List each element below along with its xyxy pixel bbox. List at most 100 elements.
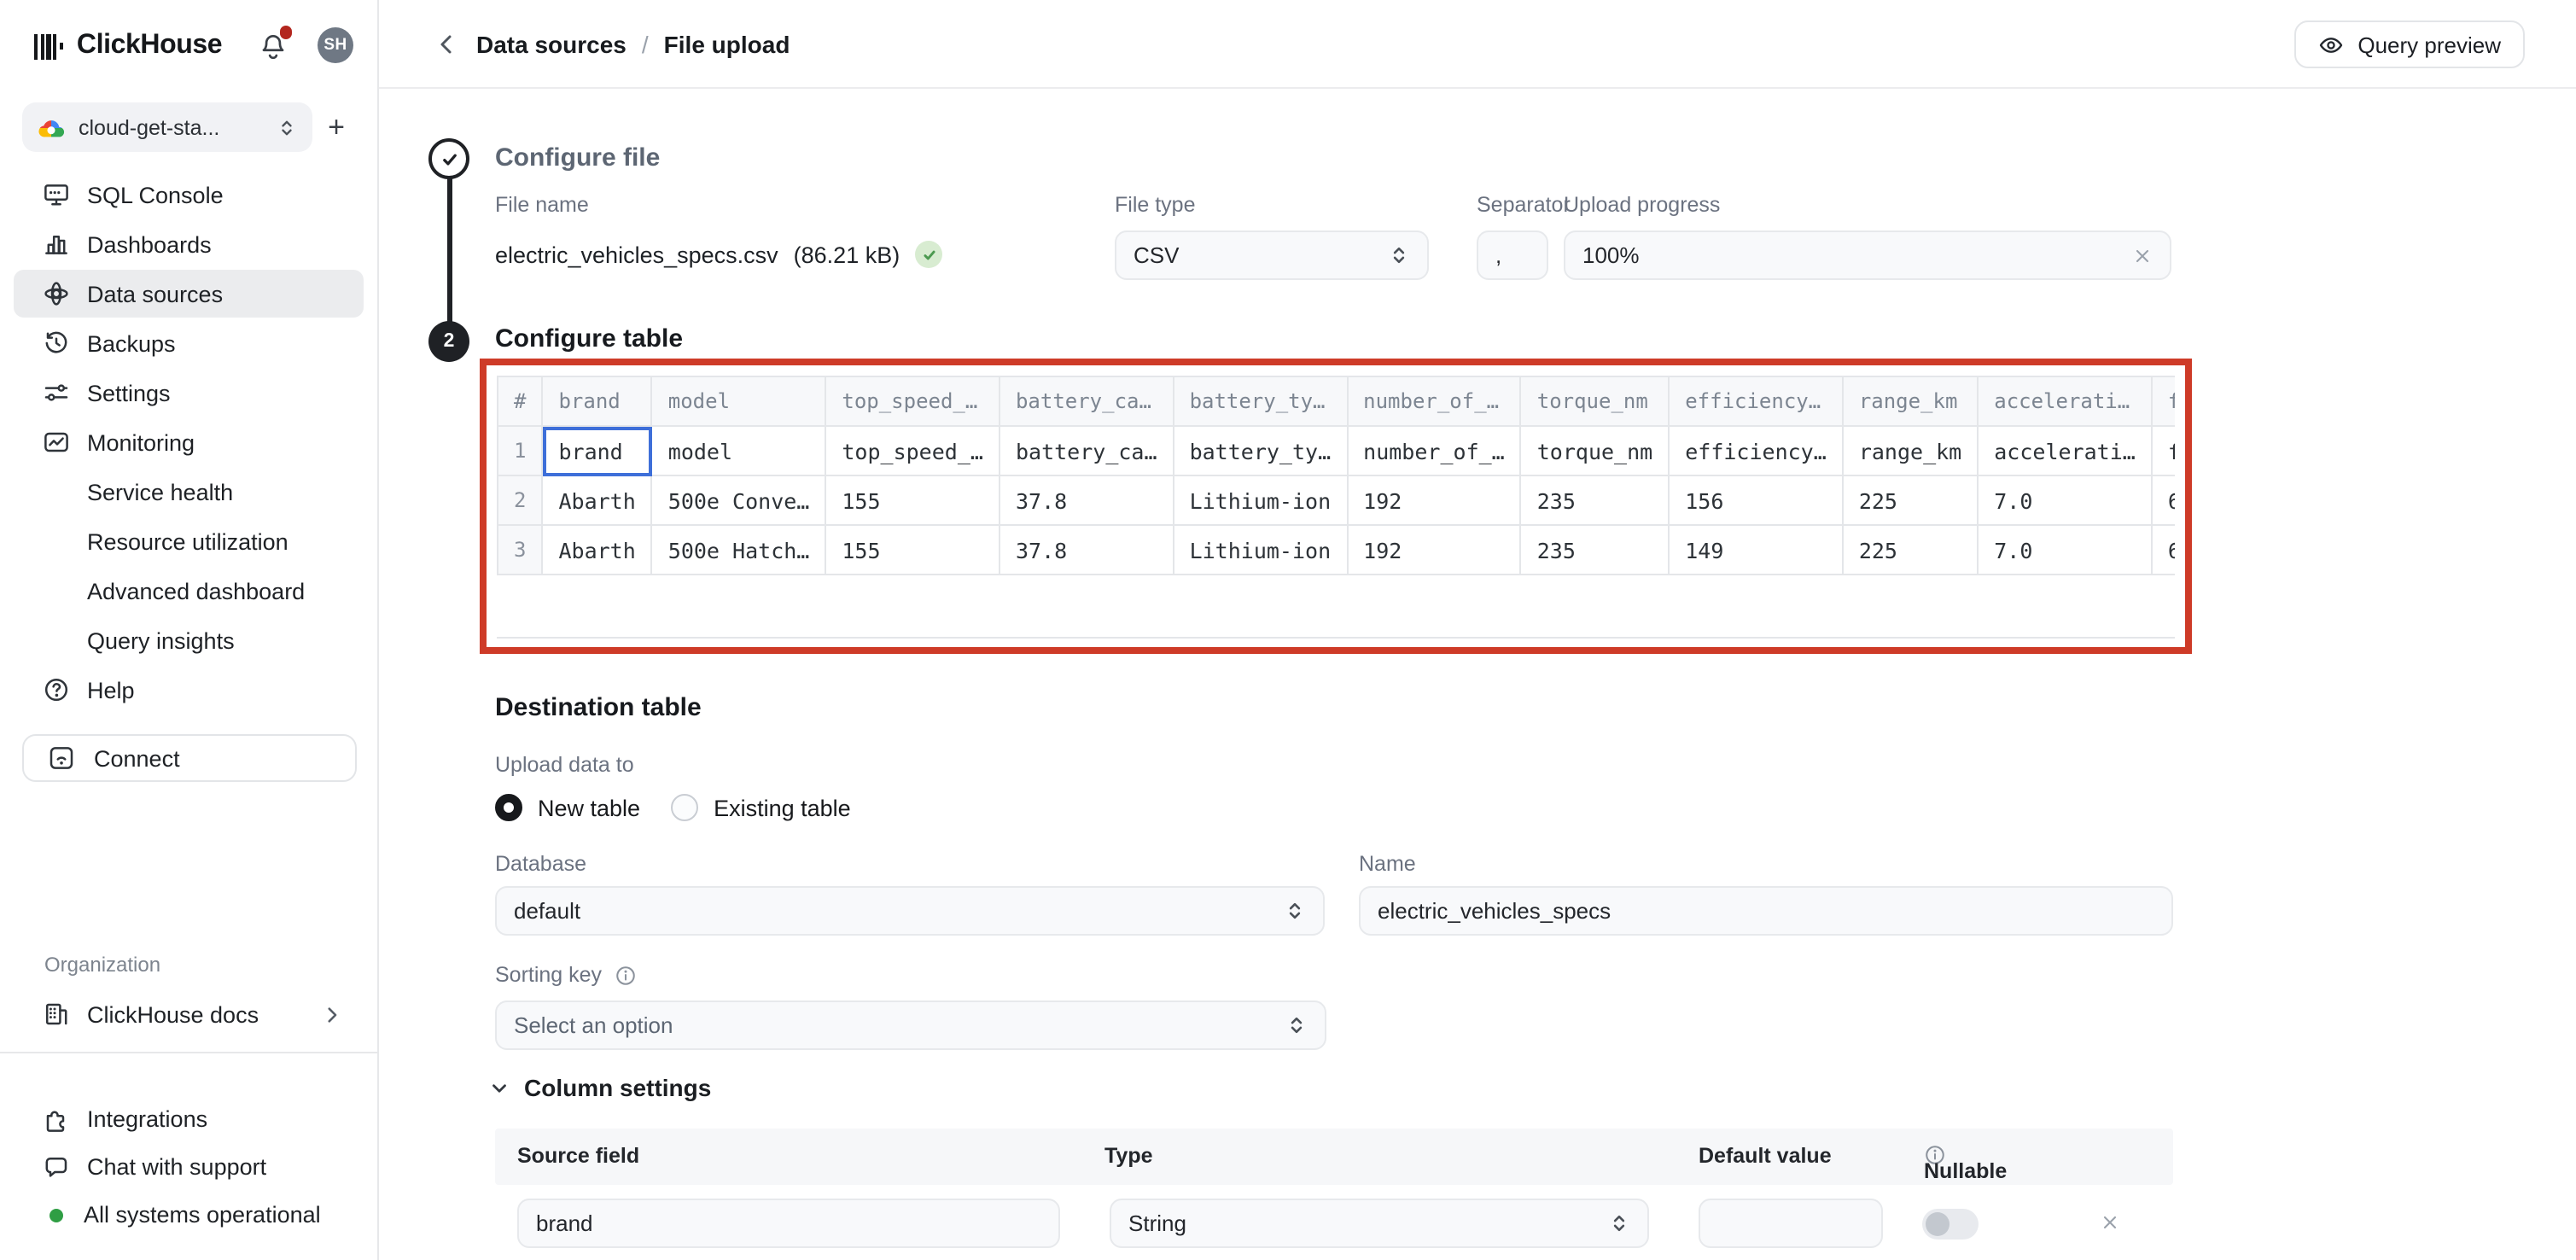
radio-selected-icon <box>495 794 522 821</box>
preview-cell[interactable]: 155 <box>825 525 1000 575</box>
default-value-input[interactable] <box>1699 1199 1883 1248</box>
data-sources-orbit-icon <box>43 280 70 307</box>
preview-cell[interactable]: Abarth <box>542 475 651 525</box>
main-area: Data sources / File upload Query preview… <box>379 0 2576 1260</box>
service-selector[interactable]: cloud-get-sta... <box>22 102 312 152</box>
nullable-toggle[interactable] <box>1922 1209 1979 1240</box>
radio-new-table[interactable]: New table <box>495 794 640 821</box>
logo-row: ClickHouse SH <box>34 24 353 68</box>
sidebar-item-resource-utilization[interactable]: Resource utilization <box>14 517 364 565</box>
sidebar-item-backups[interactable]: Backups <box>14 319 364 367</box>
preview-cell[interactable]: 500e Conve… <box>652 475 826 525</box>
row-number: 2 <box>498 475 542 525</box>
column-header: model <box>652 376 826 426</box>
preview-cell[interactable]: model <box>652 426 826 475</box>
notification-badge-dot <box>279 26 292 38</box>
preview-cell[interactable]: 235 <box>1521 475 1669 525</box>
sidebar-item-settings[interactable]: Settings <box>14 369 364 417</box>
type-select[interactable]: String <box>1110 1199 1649 1248</box>
preview-cell[interactable]: 500e Hatch… <box>652 525 826 575</box>
file-name-label: File name <box>495 193 589 217</box>
preview-cell[interactable]: torque_nm <box>1521 426 1669 475</box>
query-preview-button[interactable]: Query preview <box>2294 20 2525 68</box>
radio-existing-table[interactable]: Existing table <box>671 794 851 821</box>
chevron-updown-icon <box>277 117 297 137</box>
preview-cell[interactable]: Lithium-ion <box>1174 475 1348 525</box>
sidebar-item-sql-console[interactable]: SQL Console <box>14 171 364 219</box>
preview-cell[interactable]: 7.0 <box>1978 525 2152 575</box>
add-service-button[interactable]: + <box>318 108 355 146</box>
sidebar-item-integrations[interactable]: Integrations <box>14 1096 364 1142</box>
sidebar-item-advanced-dashboard[interactable]: Advanced dashboard <box>14 567 364 615</box>
row-number: 1 <box>498 426 542 475</box>
breadcrumb-file-upload[interactable]: File upload <box>664 30 790 57</box>
sorting-key-select[interactable]: Select an option <box>495 1000 1326 1050</box>
connect-icon <box>48 744 75 772</box>
preview-cell[interactable]: 235 <box>1521 525 1669 575</box>
sidebar-item-system-status[interactable]: All systems operational <box>14 1192 364 1238</box>
separator-label: Separator <box>1477 193 1571 217</box>
column-header: efficiency… <box>1669 376 1843 426</box>
preview-cell[interactable]: battery_ca… <box>1000 426 1174 475</box>
preview-table: #brandmodeltop_speed_…battery_ca…battery… <box>497 376 2175 575</box>
source-field-input[interactable]: brand <box>517 1199 1060 1248</box>
preview-cell[interactable]: accelerati… <box>1978 426 2152 475</box>
preview-cell[interactable]: brand <box>542 426 651 475</box>
preview-cell[interactable]: fast_cha <box>2152 426 2175 475</box>
backups-history-icon <box>43 330 70 357</box>
upload-progress-label: Upload progress <box>1564 193 1720 217</box>
preview-cell[interactable]: 192 <box>1347 525 1521 575</box>
preview-cell[interactable]: 225 <box>1843 475 1978 525</box>
sidebar-item-service-health[interactable]: Service health <box>14 468 364 516</box>
sidebar-item-query-insights[interactable]: Query insights <box>14 616 364 664</box>
preview-cell[interactable]: 156 <box>1669 475 1843 525</box>
clear-x-icon[interactable] <box>2132 245 2153 265</box>
preview-cell[interactable]: 37.8 <box>1000 525 1174 575</box>
sidebar-item-chat-support[interactable]: Chat with support <box>14 1144 364 1190</box>
preview-cell[interactable]: battery_ty… <box>1174 426 1348 475</box>
separator-input[interactable]: , <box>1477 230 1548 280</box>
preview-cell[interactable]: top_speed_… <box>825 426 1000 475</box>
info-icon[interactable] <box>614 964 636 986</box>
connect-button[interactable]: Connect <box>22 734 357 782</box>
preview-cell[interactable]: 225 <box>1843 525 1978 575</box>
preview-cell[interactable]: 192 <box>1347 475 1521 525</box>
breadcrumb-data-sources[interactable]: Data sources <box>476 30 627 57</box>
sidebar-nav: SQL Console Dashboards Data sources Back… <box>14 171 364 715</box>
column-settings-toggle[interactable]: Column settings <box>488 1074 711 1101</box>
table-name-input[interactable]: electric_vehicles_specs <box>1359 886 2173 936</box>
table-row: 3Abarth500e Hatch…15537.8Lithium-ion1922… <box>498 525 2175 575</box>
column-settings-header: Source field Type Default value Nullable <box>495 1129 2173 1185</box>
sidebar-item-data-sources[interactable]: Data sources <box>14 270 364 318</box>
preview-cell[interactable]: 67 <box>2152 525 2175 575</box>
sorting-key-label-row: Sorting key <box>495 963 636 987</box>
sidebar-item-dashboards[interactable]: Dashboards <box>14 220 364 268</box>
upload-data-to-label: Upload data to <box>495 753 634 777</box>
upload-progress-input[interactable]: 100% <box>1564 230 2171 280</box>
preview-cell[interactable]: 7.0 <box>1978 475 2152 525</box>
sidebar-divider <box>0 1052 377 1053</box>
column-header: number_of_… <box>1347 376 1521 426</box>
preview-cell[interactable]: Lithium-ion <box>1174 525 1348 575</box>
preview-cell[interactable]: range_km <box>1843 426 1978 475</box>
sidebar-item-clickhouse-docs[interactable]: ClickHouse docs <box>14 990 364 1038</box>
upload-target-radios: New table Existing table <box>495 794 851 821</box>
notifications-bell-icon[interactable] <box>258 31 288 61</box>
avatar[interactable]: SH <box>318 27 353 63</box>
file-type-select[interactable]: CSV <box>1115 230 1429 280</box>
row-number: 3 <box>498 525 542 575</box>
back-chevron-icon[interactable] <box>434 30 461 57</box>
preview-cell[interactable]: 155 <box>825 475 1000 525</box>
sidebar-item-help[interactable]: Help <box>14 666 364 714</box>
preview-cell[interactable]: 37.8 <box>1000 475 1174 525</box>
preview-cell[interactable]: Abarth <box>542 525 651 575</box>
preview-cell[interactable]: efficiency… <box>1669 426 1843 475</box>
database-select[interactable]: default <box>495 886 1325 936</box>
sidebar-item-monitoring[interactable]: Monitoring <box>14 418 364 466</box>
preview-cell[interactable]: 67 <box>2152 475 2175 525</box>
remove-column-x-icon[interactable] <box>2100 1212 2120 1233</box>
preview-cell[interactable]: number_of_… <box>1347 426 1521 475</box>
preview-cell[interactable]: 149 <box>1669 525 1843 575</box>
file-name-value-row: electric_vehicles_specs.csv (86.21 kB) <box>495 241 942 268</box>
table-name-label: Name <box>1359 852 1416 876</box>
